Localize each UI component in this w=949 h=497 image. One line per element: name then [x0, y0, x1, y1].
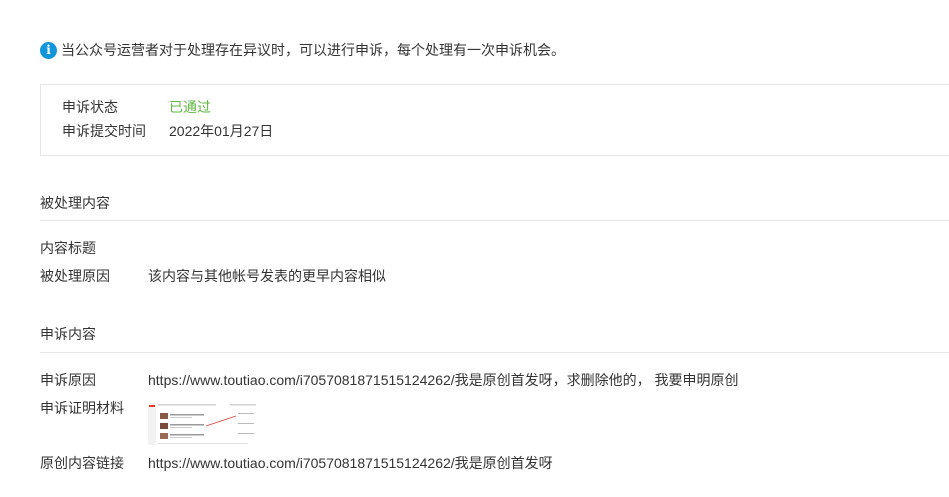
- processed-reason-label: 被处理原因: [40, 268, 110, 284]
- status-row: 申诉状态 已通过: [62, 97, 211, 117]
- notice-banner: i 当公众号运营者对于处理存在异议时，可以进行申诉，每个处理有一次申诉机会。: [40, 40, 565, 60]
- appeal-status-box: [40, 84, 949, 156]
- evidence-label: 申诉证明材料: [40, 400, 124, 416]
- info-icon: i: [40, 41, 57, 59]
- content-title-label: 内容标题: [40, 240, 96, 256]
- submit-time-label: 申诉提交时间: [62, 123, 146, 139]
- processed-reason-row: 被处理原因 该内容与其他帐号发表的更早内容相似: [40, 266, 386, 286]
- submit-time-row: 申诉提交时间 2022年01月27日: [62, 121, 273, 141]
- processed-reason-value: 该内容与其他帐号发表的更早内容相似: [148, 268, 386, 284]
- appeal-reason-row: 申诉原因 https://www.toutiao.com/i70570818715…: [40, 370, 739, 390]
- section-divider: [40, 220, 949, 221]
- evidence-thumbnail[interactable]: [148, 401, 258, 447]
- evidence-row: 申诉证明材料: [40, 398, 148, 418]
- appeal-reason-value: https://www.toutiao.com/i705708187151512…: [148, 372, 739, 388]
- content-title-row: 内容标题: [40, 238, 148, 258]
- status-badge: 已通过: [169, 99, 211, 115]
- original-link-label: 原创内容链接: [40, 455, 124, 471]
- appeal-reason-label: 申诉原因: [40, 372, 96, 388]
- status-label: 申诉状态: [62, 99, 118, 115]
- submit-time-value: 2022年01月27日: [169, 123, 274, 139]
- appeal-content-title: 申诉内容: [40, 326, 96, 342]
- notice-text: 当公众号运营者对于处理存在异议时，可以进行申诉，每个处理有一次申诉机会。: [61, 42, 565, 58]
- processed-content-title: 被处理内容: [40, 195, 110, 211]
- original-link-value: https://www.toutiao.com/i705708187151512…: [148, 455, 553, 471]
- original-link-row: 原创内容链接 https://www.toutiao.com/i705708187…: [40, 453, 553, 473]
- section-divider: [40, 352, 949, 353]
